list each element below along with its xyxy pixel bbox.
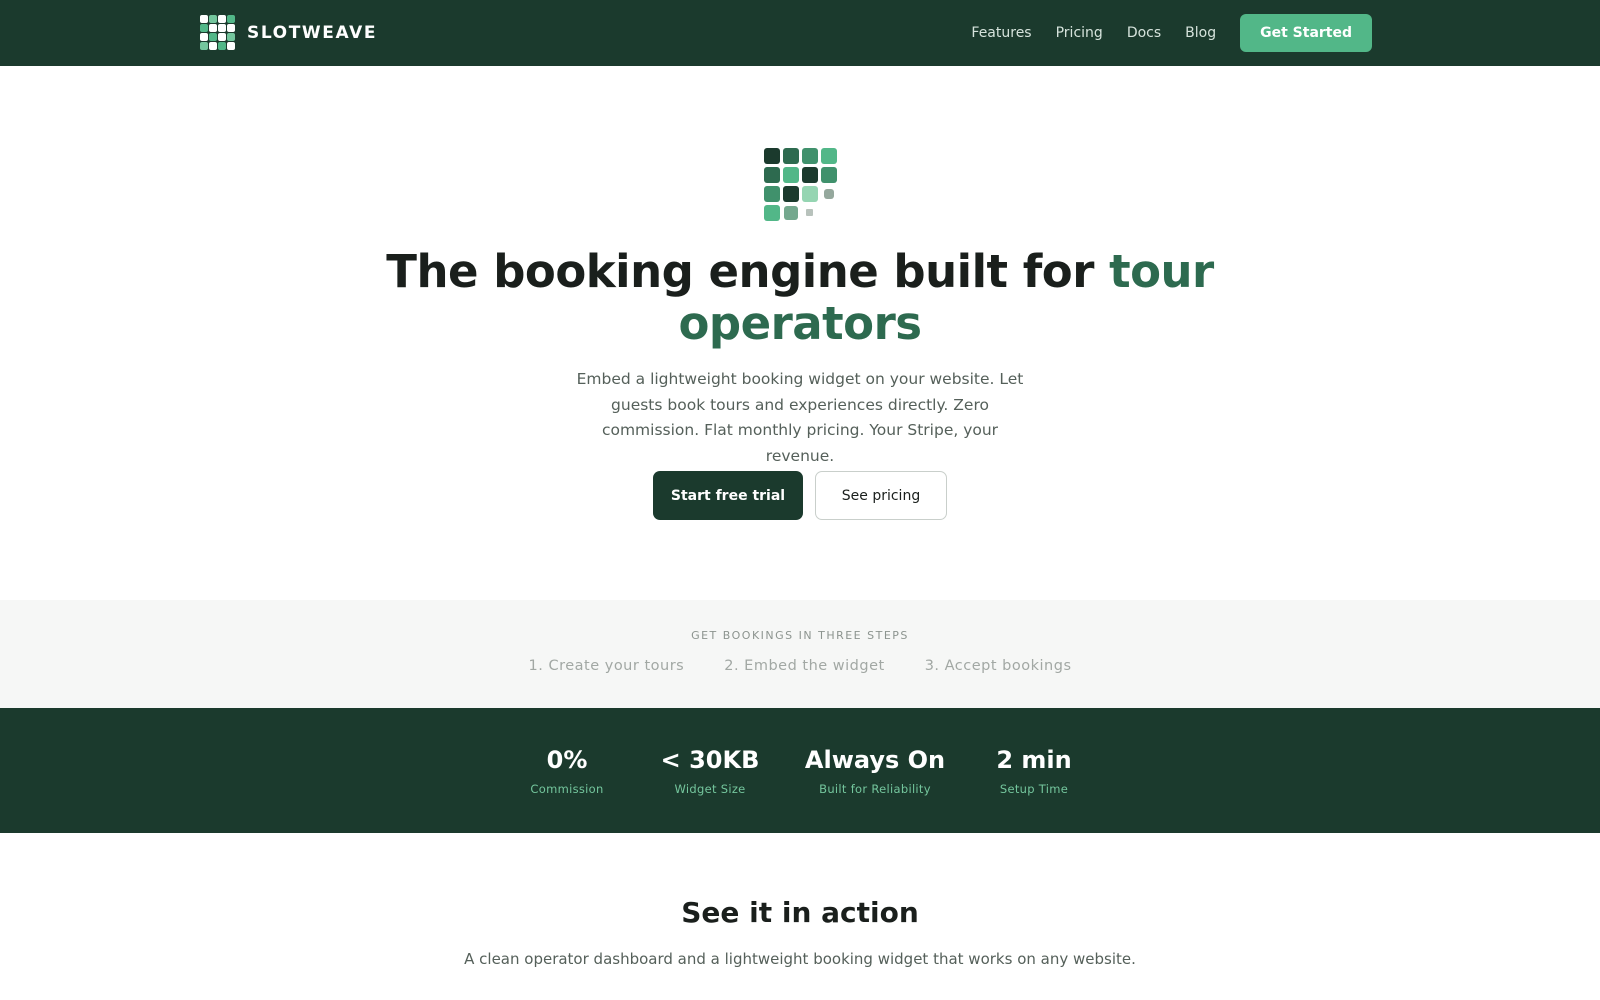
- stat-widget-size: < 30KB Widget Size: [640, 744, 780, 796]
- start-free-trial-button[interactable]: Start free trial: [653, 471, 803, 520]
- nav-link-features[interactable]: Features: [971, 25, 1031, 41]
- nav-links: Features Pricing Docs Blog Get Started: [947, 14, 1372, 52]
- steps-list: 1. Create your tours 2. Embed the widget…: [0, 658, 1600, 674]
- stat-commission: 0% Commission: [497, 744, 637, 796]
- stat-value: 2 min: [996, 746, 1072, 774]
- stats-band: 0% Commission < 30KB Widget Size Always …: [0, 708, 1600, 833]
- brand-name: SLOTWEAVE: [247, 23, 378, 43]
- stat-value: Always On: [804, 746, 946, 774]
- hero-grid-logo-icon: [764, 148, 840, 222]
- nav-link-blog[interactable]: Blog: [1185, 25, 1216, 41]
- hero-title: The booking engine built for tour operat…: [300, 246, 1300, 350]
- nav-link-pricing[interactable]: Pricing: [1056, 25, 1103, 41]
- brand-logo-link[interactable]: SLOTWEAVE: [200, 15, 377, 51]
- step-item: 1. Create your tours: [528, 658, 685, 674]
- steps-section: GET BOOKINGS IN THREE STEPS 1. Create yo…: [0, 600, 1600, 708]
- stat-label: Built for Reliability: [819, 782, 931, 796]
- steps-title: GET BOOKINGS IN THREE STEPS: [691, 629, 909, 642]
- stat-reliability: Always On Built for Reliability: [790, 744, 960, 796]
- hero-subtitle: Embed a lightweight booking widget on yo…: [576, 370, 1024, 465]
- action-section-subtitle: A clean operator dashboard and a lightwe…: [464, 950, 1136, 968]
- get-started-button[interactable]: Get Started: [1240, 14, 1372, 52]
- top-nav: SLOTWEAVE Features Pricing Docs Blog Get…: [0, 0, 1600, 66]
- step-item: 2. Embed the widget: [724, 658, 885, 674]
- step-item: 3. Accept bookings: [924, 658, 1072, 674]
- hero-title-main: The booking engine built for: [386, 245, 1110, 298]
- stat-setup-time: 2 min Setup Time: [964, 744, 1104, 796]
- stat-label: Widget Size: [674, 782, 746, 796]
- action-section-title: See it in action: [681, 896, 919, 929]
- stat-value: < 30KB: [660, 746, 760, 774]
- stat-label: Commission: [530, 782, 604, 796]
- grid-logo-icon: [200, 15, 236, 51]
- stat-label: Setup Time: [999, 782, 1069, 796]
- stat-value: 0%: [546, 746, 588, 774]
- see-pricing-button[interactable]: See pricing: [815, 471, 947, 520]
- nav-link-docs[interactable]: Docs: [1127, 25, 1161, 41]
